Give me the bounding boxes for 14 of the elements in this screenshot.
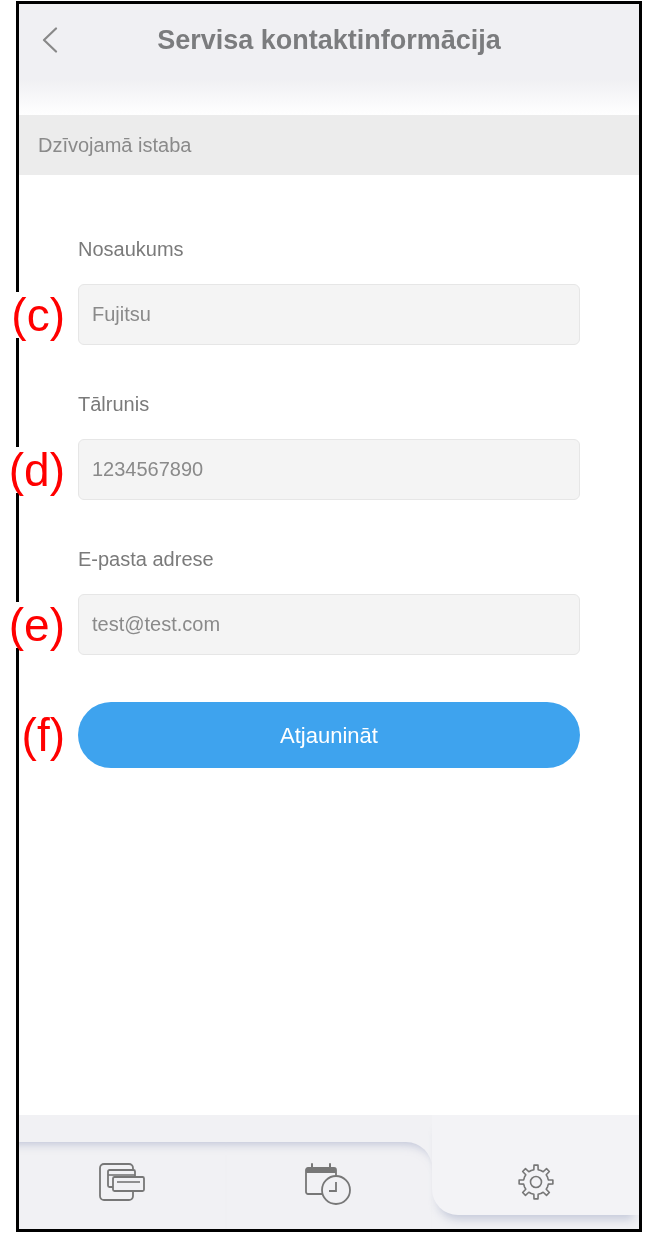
field-label: Tālrunis [78,392,151,416]
input-field[interactable]: test@test.com [78,594,580,655]
update-button[interactable]: Atjaunināt [78,702,580,768]
input-field[interactable]: Fujitsu [78,284,580,345]
settings-icon [516,1163,555,1201]
stacked-windows-icon [99,1163,146,1201]
room-section-header: Dzīvojamā istaba [19,115,639,175]
chevron-left-icon [41,27,59,53]
field-label: Nosaukums [78,237,185,261]
back-button[interactable] [41,27,59,53]
field-label: E-pasta adrese [78,547,215,571]
page-title: Servisa kontaktinformācija [156,23,502,57]
calendar-clock-icon [305,1163,353,1205]
input-field[interactable]: 1234567890 [78,439,580,500]
